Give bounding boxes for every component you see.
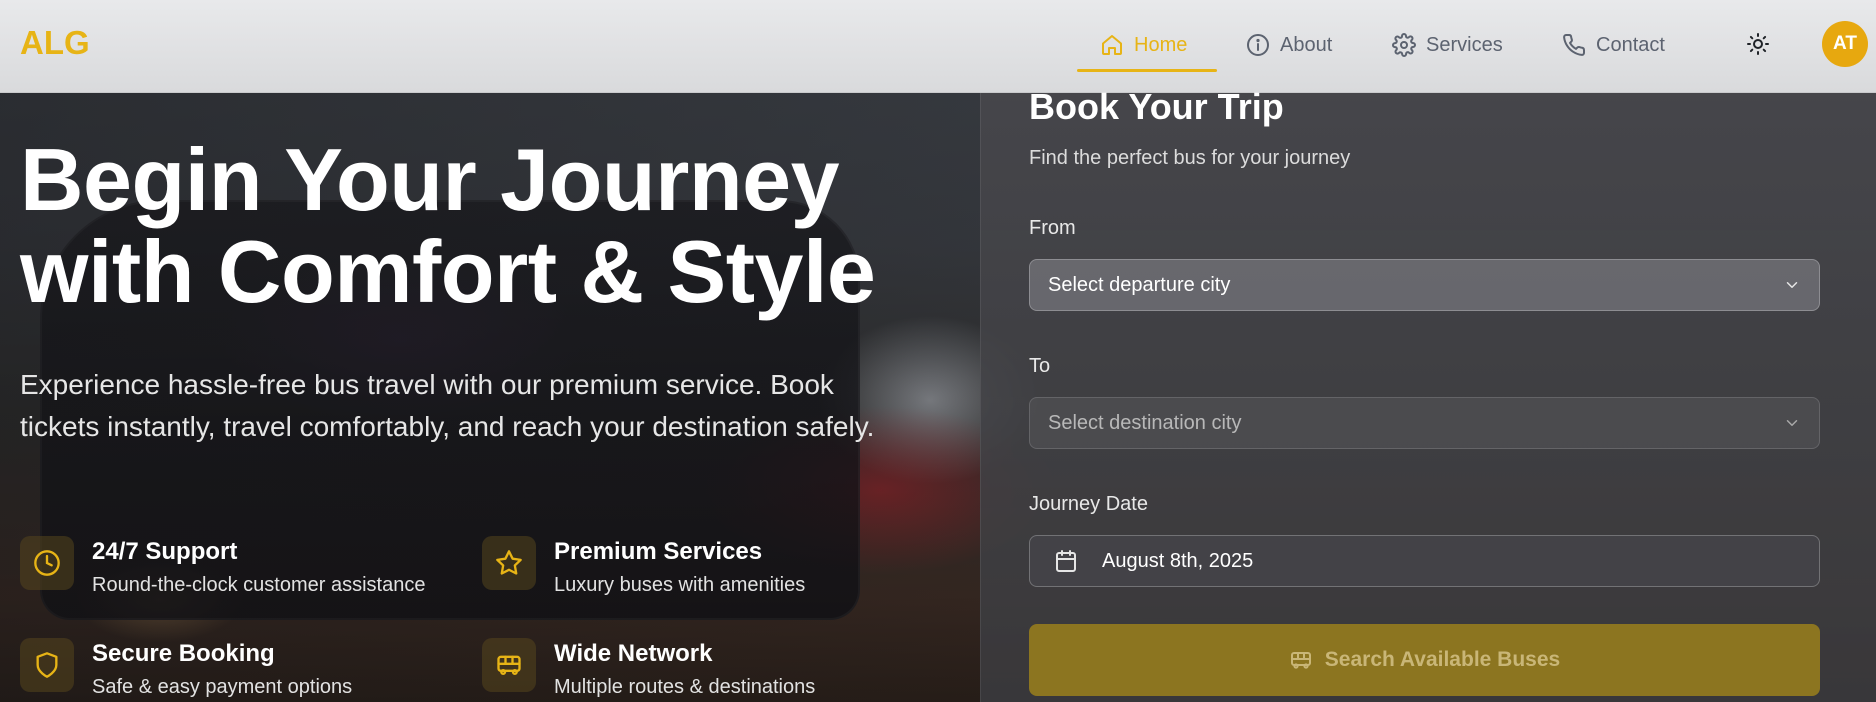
theme-toggle-button[interactable]: [1742, 28, 1774, 60]
date-picker[interactable]: August 8th, 2025: [1029, 535, 1820, 587]
feature-secure: Secure Booking Safe & easy payment optio…: [20, 638, 352, 699]
feature-desc: Luxury buses with amenities: [554, 574, 806, 596]
site-header: ALG Home About Services Contact AT: [0, 0, 1876, 93]
feature-title: Premium Services: [554, 538, 763, 565]
star-icon: [496, 550, 522, 575]
hero-subtitle: Experience hassle-free bus travel with o…: [20, 369, 875, 442]
feature-desc: Safe & easy payment options: [92, 676, 353, 698]
bus-icon: [497, 655, 521, 676]
phone-icon: [1563, 33, 1586, 56]
nav-active-underline: [1077, 69, 1217, 72]
from-label: From: [1029, 217, 1076, 239]
date-picker-value: August 8th, 2025: [1102, 549, 1254, 572]
feature-icon-box: [482, 536, 536, 590]
shield-icon: [36, 652, 58, 678]
from-select-value: Select departure city: [1048, 273, 1231, 296]
chevron-down-icon: [1786, 282, 1798, 288]
booking-title: Book Your Trip: [1029, 86, 1284, 127]
bus-icon: [1290, 652, 1311, 669]
nav-about[interactable]: About: [1246, 28, 1332, 62]
clock-icon: [34, 550, 60, 576]
logo[interactable]: ALG: [20, 24, 90, 62]
nav-services[interactable]: Services: [1392, 28, 1503, 62]
sun-icon: [1747, 33, 1769, 55]
feature-premium: Premium Services Luxury buses with ameni…: [482, 536, 805, 597]
avatar[interactable]: AT: [1822, 21, 1868, 67]
feature-icon-box: [482, 638, 536, 692]
info-icon: [1247, 34, 1269, 56]
feature-desc: Round-the-clock customer assistance: [92, 574, 426, 596]
from-select[interactable]: Select departure city: [1029, 259, 1820, 311]
nav-about-label: About: [1280, 33, 1333, 56]
nav-home-label: Home: [1134, 33, 1188, 56]
feature-support: 24/7 Support Round-the-clock customer as…: [20, 536, 425, 597]
feature-network: Wide Network Multiple routes & destinati…: [482, 638, 815, 699]
nav-services-label: Services: [1426, 33, 1503, 56]
feature-icon-box: [20, 638, 74, 692]
chevron-down-icon: [1786, 420, 1798, 426]
feature-icon-box: [20, 536, 74, 590]
nav-home[interactable]: Home: [1100, 28, 1187, 62]
nav-contact[interactable]: Contact: [1562, 28, 1665, 62]
to-label: To: [1029, 355, 1051, 377]
to-select-value: Select destination city: [1048, 411, 1242, 434]
gear-icon: [1392, 33, 1416, 57]
home-icon: [1102, 35, 1122, 55]
search-buses-label: Search Available Buses: [1324, 648, 1561, 671]
search-buses-button[interactable]: Search Available Buses: [1029, 624, 1820, 696]
to-select[interactable]: Select destination city: [1029, 397, 1820, 449]
date-label: Journey Date: [1029, 493, 1148, 515]
feature-title: Wide Network: [554, 640, 713, 667]
feature-title: Secure Booking: [92, 640, 275, 667]
hero-title: Begin Your Journey with Comfort & Style: [20, 130, 876, 321]
calendar-icon: [1056, 550, 1076, 572]
feature-title: 24/7 Support: [92, 538, 238, 565]
booking-subtitle: Find the perfect bus for your journey: [1029, 147, 1351, 169]
feature-desc: Multiple routes & destinations: [554, 676, 816, 698]
nav-contact-label: Contact: [1596, 33, 1665, 56]
